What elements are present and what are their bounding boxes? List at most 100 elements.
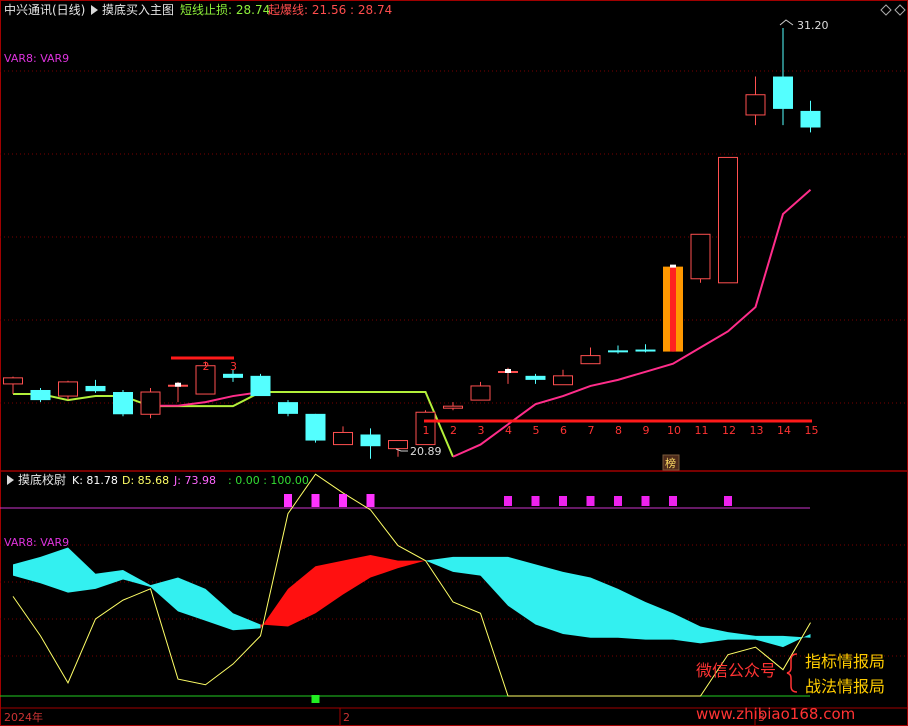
indicator-toggle-icon[interactable] [91, 5, 98, 15]
candle-body [800, 110, 821, 128]
ribbon-segment [150, 577, 178, 612]
candle-body [443, 405, 463, 409]
overbought-mark [641, 496, 650, 506]
candle [663, 266, 683, 352]
candle-body [30, 389, 51, 401]
ribbon-segment [178, 577, 206, 621]
ribbon-segment [508, 556, 536, 625]
candle-body [773, 76, 793, 109]
overbought-mark [311, 494, 320, 507]
count-label-early: 3 [230, 360, 237, 373]
kdj-ribbon [13, 547, 811, 648]
lower-indicator-toggle-icon[interactable] [7, 475, 14, 485]
stop-loss-line [13, 391, 454, 458]
count-label-main: 10 [667, 424, 681, 437]
doji-marker [505, 368, 511, 373]
ribbon-segment [95, 570, 123, 589]
ribbon-segment [535, 564, 563, 634]
watermark-line2: 战法情报局 [805, 677, 885, 696]
count-label-main: 8 [615, 424, 622, 437]
candle [443, 402, 463, 411]
count-label-main: 6 [560, 424, 567, 437]
ribbon-segment [288, 566, 316, 627]
doji-marker [670, 264, 676, 268]
count-label-main: 1 [423, 424, 430, 437]
settings-diamond-icon[interactable] [880, 4, 906, 16]
ribbon-segment [645, 602, 673, 640]
doji-marker [175, 382, 181, 387]
ribbon-segment [700, 626, 728, 644]
candle [278, 400, 298, 417]
count-label-main: 15 [805, 424, 819, 437]
candle [30, 387, 51, 403]
candle-body [580, 355, 601, 365]
ribbon-segment [343, 555, 371, 595]
k-value-label: K: 81.78 [72, 474, 118, 487]
upper-grid [0, 70, 908, 404]
candle [690, 233, 711, 283]
axis-month-2-label: 2 [343, 711, 350, 724]
lower-indicator-name[interactable]: 摸底校尉 [18, 472, 66, 487]
overbought-mark [339, 494, 347, 507]
low-price-label: 20.89 [410, 445, 442, 458]
ribbon-segment [563, 571, 591, 638]
candle-body [58, 381, 78, 397]
ribbon-segment [40, 547, 68, 593]
candle-body [718, 156, 738, 284]
overbought-mark [284, 494, 292, 507]
count-label-main: 13 [750, 424, 764, 437]
ribbon-segment [370, 555, 398, 578]
candle [525, 373, 546, 384]
overbought-mark [724, 496, 732, 506]
stop-line-layer [13, 189, 812, 458]
candle-body [690, 233, 711, 280]
candle-body [470, 385, 491, 401]
candle-body [278, 402, 298, 414]
ribbon-segment [315, 560, 343, 614]
ribbon-segment [13, 556, 41, 584]
count-label-main: 11 [695, 424, 709, 437]
ribbon-segment [755, 635, 783, 648]
count-label-main: 5 [533, 424, 540, 437]
candle-body [608, 350, 628, 353]
overbought-mark [614, 496, 622, 506]
ribbon-segment [425, 556, 453, 572]
chart-frame [0, 0, 908, 726]
oversold-mark [311, 695, 320, 703]
watermark-site: www.zhibiao168.com [696, 705, 855, 723]
trend-line-main [452, 189, 812, 458]
candle-body [250, 375, 271, 397]
count-label-main: 7 [588, 424, 595, 437]
overbought-mark [531, 496, 540, 506]
stock-name: 中兴通讯(日线) [4, 2, 85, 17]
bang-badge-label: 榜 [665, 456, 676, 470]
watermark: 微信公众号 指标情报局 战法情报局 www.zhibiao168.com [696, 652, 885, 723]
indicator-name[interactable]: 摸底买入主图 [102, 2, 174, 17]
kdj-lines [12, 473, 811, 697]
candle [773, 28, 793, 126]
candle [58, 380, 78, 401]
candle [113, 389, 133, 417]
candle [745, 76, 766, 126]
overbought-mark [559, 496, 567, 506]
upper-var-label: VAR8: VAR9 [4, 52, 69, 65]
candle-body [305, 413, 326, 441]
count-label-main: 9 [643, 424, 650, 437]
candle [718, 156, 738, 284]
signal-bar-core [670, 266, 676, 352]
candle [250, 373, 271, 397]
candle [470, 381, 491, 401]
axis-year-label: 2024年 [4, 710, 43, 724]
lower-var-label: VAR8: VAR9 [4, 536, 69, 549]
candles [3, 28, 821, 459]
ribbon-segment [673, 613, 701, 644]
chart-canvas: 2 31 2 3 4 5 6 7 8 9 10 11 12 13 14 15 中兴通讯(日线) 摸底买入主图 … [0, 0, 908, 726]
ribbon-segment [783, 633, 811, 648]
candle [635, 344, 656, 353]
candle [360, 428, 381, 459]
candle-body [223, 373, 243, 378]
watermark-wechat: 微信公众号 [696, 661, 776, 680]
ribbon-segment [453, 556, 481, 576]
ribbon-segment [233, 613, 261, 631]
candle [580, 347, 601, 365]
